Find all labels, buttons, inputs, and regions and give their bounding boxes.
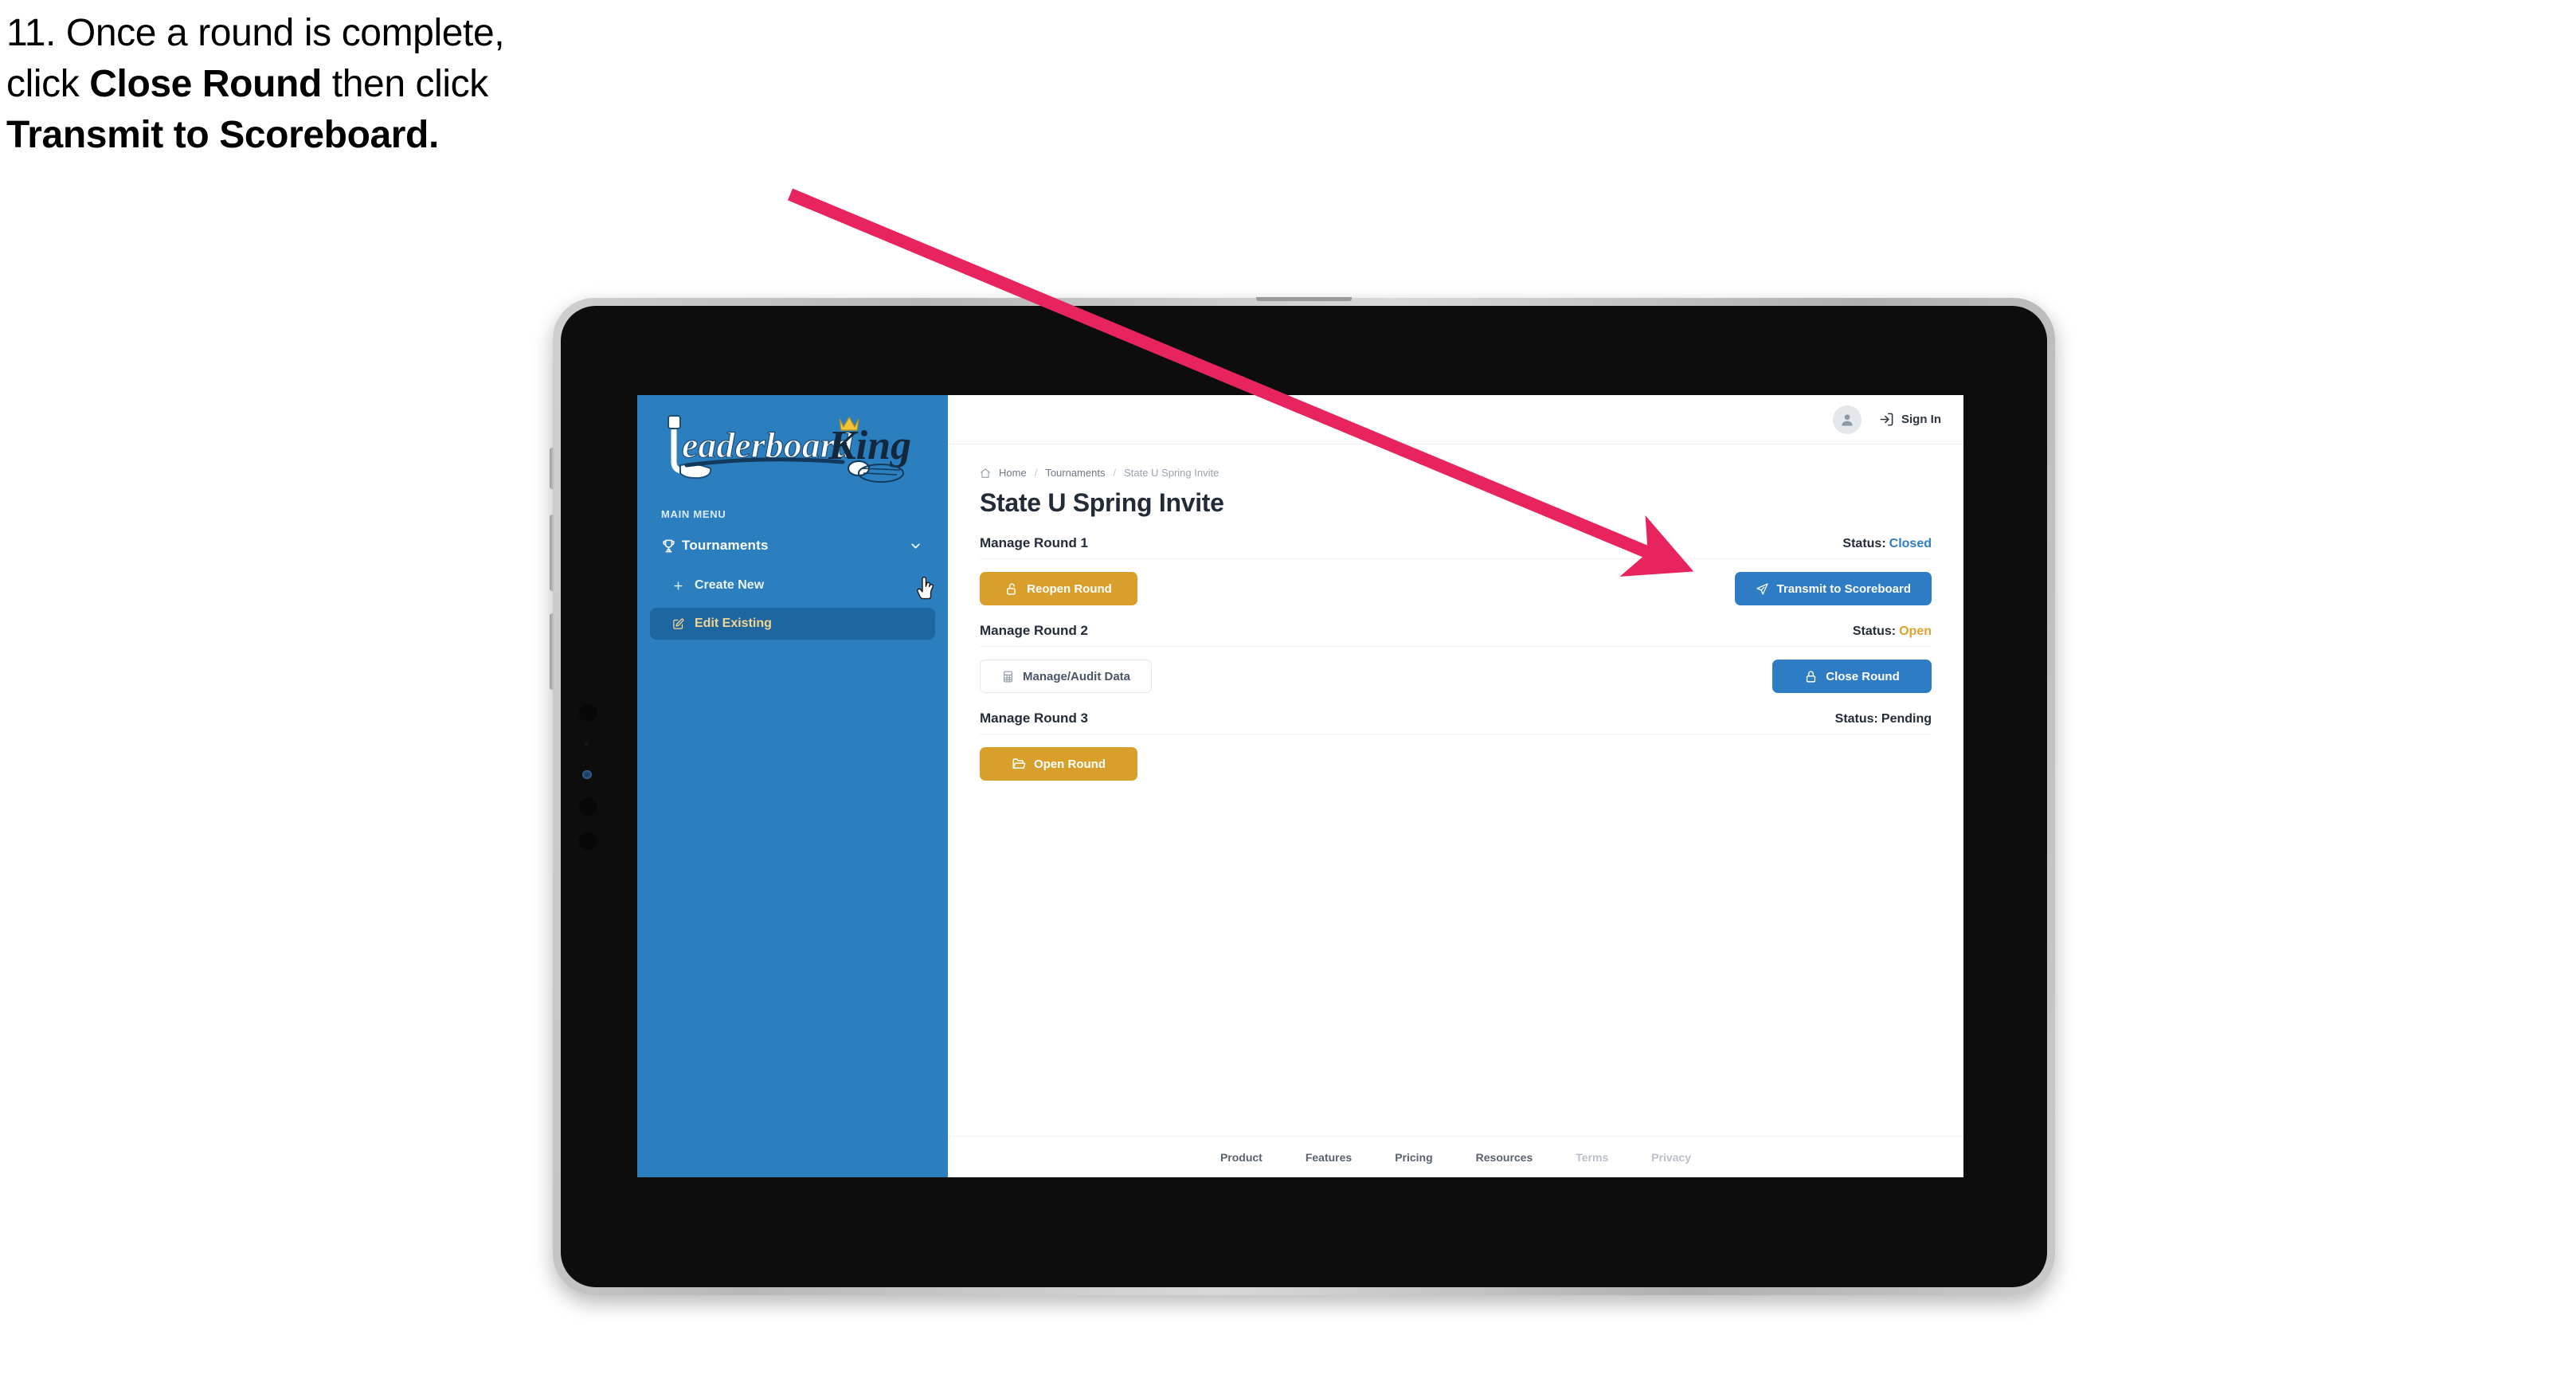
tablet-side-button-2 (550, 515, 555, 591)
round-3-status: Status: Pending (1835, 712, 1932, 726)
round-section-2: Manage Round 2 Status: Open Manage/Audit … (980, 623, 1932, 693)
trophy-icon (661, 538, 682, 554)
app-logo[interactable]: eaderboard King (637, 395, 948, 497)
open-round-button[interactable]: Open Round (980, 747, 1137, 781)
caption-line3-bold: Transmit to Scoreboard. (6, 114, 439, 156)
caption-line2-post: then click (321, 63, 489, 105)
tablet-top-notch (1256, 297, 1352, 301)
open-round-label: Open Round (1034, 757, 1106, 771)
sidebar-section-label: MAIN MENU (661, 508, 726, 520)
top-bar: Sign In (948, 395, 1963, 444)
sidebar: eaderboard King MAIN MENU Tournaments Cr… (637, 395, 948, 1177)
footer-link-resources[interactable]: Resources (1476, 1151, 1533, 1164)
folder-open-icon (1012, 758, 1026, 769)
sidebar-item-create-new[interactable]: Create New (650, 570, 935, 601)
breadcrumb: Home / Tournaments / State U Spring Invi… (980, 467, 1932, 479)
round-2-status: Status: Open (1853, 624, 1932, 639)
footer-link-terms[interactable]: Terms (1576, 1151, 1608, 1164)
round-2-header: Manage Round 2 Status: Open (980, 623, 1932, 647)
sidebar-item-tournaments-label: Tournaments (682, 538, 769, 553)
sidebar-item-edit-existing[interactable]: Edit Existing (650, 608, 935, 640)
reopen-round-label: Reopen Round (1027, 581, 1112, 596)
app-screen: eaderboard King MAIN MENU Tournaments Cr… (637, 395, 1963, 1177)
unlock-icon (1007, 582, 1016, 595)
tutorial-slide: 11. Once a round is complete, click Clos… (0, 0, 2576, 1386)
breadcrumb-item-tournaments[interactable]: Tournaments (1045, 467, 1105, 479)
paper-plane-icon (1756, 582, 1768, 595)
sign-in-icon (1880, 413, 1893, 426)
leaderboard-king-logo-icon: eaderboard King (667, 415, 911, 483)
footer-nav: Product Features Pricing Resources Terms… (948, 1136, 1963, 1177)
sidebar-item-edit-existing-label: Edit Existing (695, 617, 772, 630)
footer-link-product[interactable]: Product (1220, 1151, 1263, 1164)
sidebar-item-tournaments[interactable]: Tournaments (650, 528, 935, 563)
manage-audit-data-label: Manage/Audit Data (1023, 669, 1131, 683)
caption-line-2: click Close Round then click (6, 65, 883, 104)
tablet-sensor-dot-icon (584, 742, 589, 746)
plus-icon (672, 580, 695, 592)
breadcrumb-item-home[interactable]: Home (999, 467, 1027, 479)
close-round-button[interactable]: Close Round (1772, 660, 1932, 693)
caption-line2-pre: click (6, 63, 90, 105)
tablet-side-button-3 (550, 613, 555, 690)
instruction-caption: 11. Once a round is complete, click Clos… (6, 14, 883, 167)
sign-in-label: Sign In (1901, 413, 1941, 426)
round-1-status-label: Status: (1842, 537, 1886, 550)
round-3-status-value: Pending (1881, 712, 1932, 726)
footer-link-privacy[interactable]: Privacy (1651, 1151, 1691, 1164)
caption-line-3: Transmit to Scoreboard. (6, 116, 883, 155)
edit-square-icon (672, 618, 695, 630)
tablet-side-button-1 (550, 448, 555, 489)
round-2-status-label: Status: (1852, 624, 1897, 638)
round-3-name: Manage Round 3 (980, 711, 1089, 726)
tablet-speaker-dot-2-icon (578, 832, 597, 850)
round-1-status-value: Closed (1889, 537, 1932, 550)
reopen-round-button[interactable]: Reopen Round (980, 572, 1137, 605)
round-2-status-value: Open (1899, 624, 1932, 638)
user-avatar-icon (1842, 413, 1853, 425)
round-3-status-label: Status: (1834, 712, 1878, 726)
round-section-1: Manage Round 1 Status: Closed Reopen Roun… (980, 535, 1932, 605)
page-title: State U Spring Invite (980, 488, 1224, 517)
home-icon (981, 468, 990, 478)
manage-audit-data-button[interactable]: Manage/Audit Data (980, 660, 1153, 693)
chevron-down-icon[interactable] (909, 539, 922, 553)
svg-text:King: King (828, 423, 911, 468)
close-round-label: Close Round (1826, 669, 1900, 683)
round-1-name: Manage Round 1 (980, 535, 1089, 550)
main-content: Home / Tournaments / State U Spring Invi… (948, 444, 1963, 1177)
footer-link-pricing[interactable]: Pricing (1395, 1151, 1432, 1164)
round-1-header: Manage Round 1 Status: Closed (980, 535, 1932, 559)
round-3-header: Manage Round 3 Status: Pending (980, 711, 1932, 734)
caption-line-1: 11. Once a round is complete, (6, 12, 505, 54)
tablet-speaker-dot-1-icon (578, 798, 597, 816)
breadcrumb-item-current: State U Spring Invite (1124, 467, 1219, 479)
transmit-to-scoreboard-label: Transmit to Scoreboard (1776, 581, 1911, 596)
round-2-actions: Manage/Audit Data Close Round (980, 660, 1932, 693)
grid-table-icon (1003, 671, 1013, 682)
breadcrumb-separator-1: / (1034, 467, 1038, 479)
sign-in-button[interactable]: Sign In (1879, 412, 1941, 427)
round-1-status: Status: Closed (1842, 537, 1932, 551)
avatar[interactable] (1833, 405, 1862, 434)
round-section-3: Manage Round 3 Status: Pending Open Round (980, 711, 1932, 781)
round-2-name: Manage Round 2 (980, 623, 1089, 638)
transmit-to-scoreboard-button[interactable]: Transmit to Scoreboard (1734, 572, 1932, 605)
tablet-led-indicator-icon (582, 770, 592, 779)
tablet-camera-icon (578, 704, 597, 722)
sidebar-item-create-new-label: Create New (695, 578, 765, 592)
breadcrumb-separator-2: / (1113, 467, 1117, 479)
footer-link-features[interactable]: Features (1306, 1151, 1352, 1164)
round-1-actions: Reopen Round Transmit to Scoreboard (980, 572, 1932, 605)
caption-line2-bold: Close Round (89, 63, 322, 105)
lock-icon (1807, 670, 1816, 683)
round-3-actions: Open Round (980, 747, 1932, 781)
